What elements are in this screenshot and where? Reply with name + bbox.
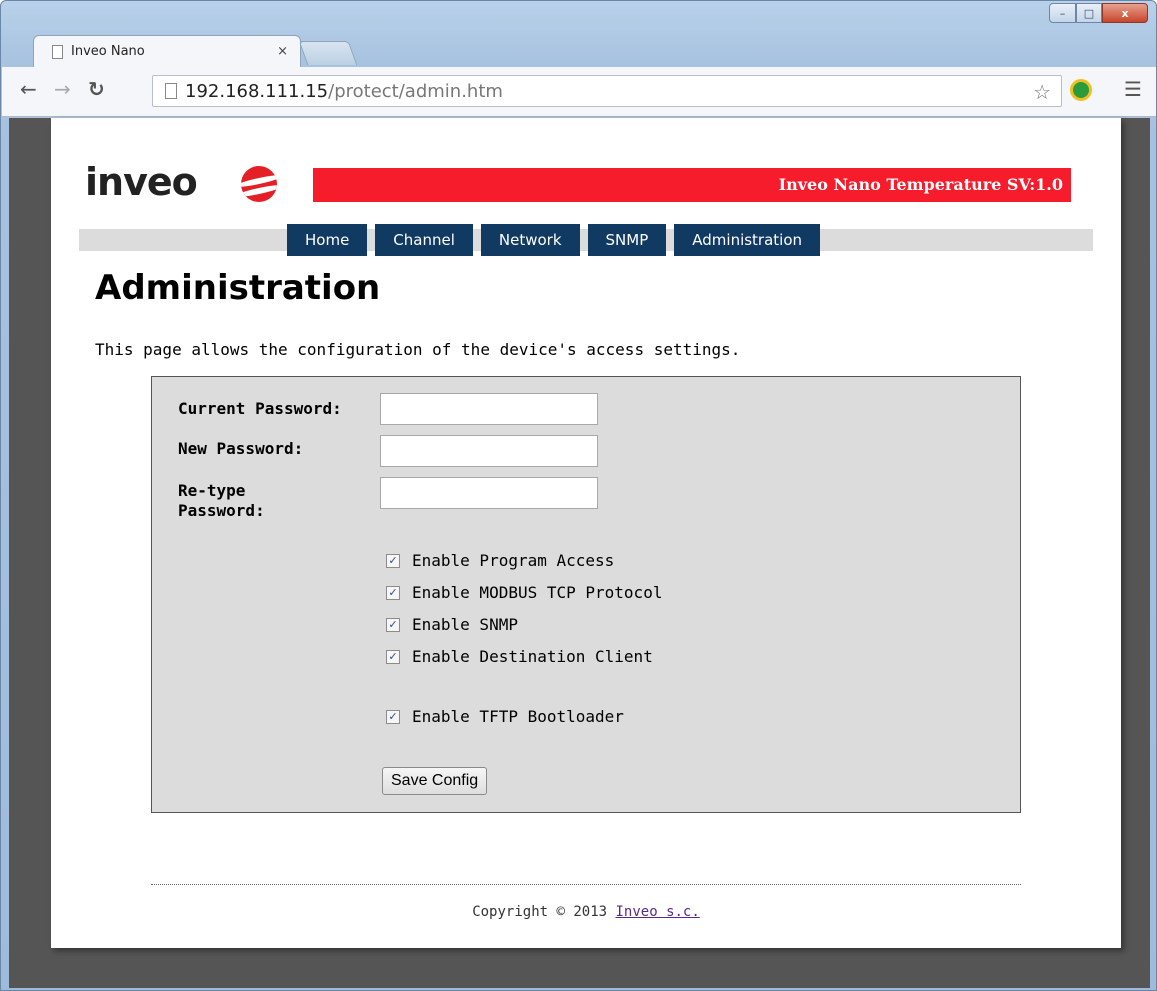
new-password-label: New Password: — [178, 439, 304, 458]
url-host: 192.168.111.15 — [185, 80, 329, 102]
checkbox-snmp[interactable]: ✓ Enable SNMP — [386, 615, 518, 634]
extension-icon[interactable] — [1070, 79, 1092, 101]
tab-close-icon[interactable]: × — [277, 44, 288, 59]
copyright-text: Copyright © 2013 — [472, 904, 616, 920]
browser-tab[interactable]: Inveo Nano × — [33, 35, 301, 67]
window-controls: – □ x — [1049, 3, 1148, 23]
page-viewport: inveo Inveo Nano Temperature SV:1.0 Home… — [9, 118, 1150, 988]
retype-password-label: Re-type Password: — [178, 481, 265, 521]
retype-password-input[interactable] — [380, 477, 598, 509]
checkbox-label: Enable MODBUS TCP Protocol — [412, 583, 663, 602]
current-password-label: Current Password: — [178, 399, 342, 418]
back-arrow-icon[interactable]: ← — [20, 77, 37, 101]
checkbox-program-access-box[interactable]: ✓ — [386, 553, 400, 568]
browser-toolbar: ← → ↻ 192.168.111.15/protect/admin.htm ☆… — [2, 67, 1156, 117]
checkbox-label: Enable SNMP — [412, 615, 518, 634]
page-icon — [52, 44, 63, 59]
inveo-logo: inveo — [85, 160, 198, 204]
url-path: /protect/admin.htm — [328, 80, 503, 102]
maximize-button[interactable]: □ — [1076, 3, 1102, 23]
forward-arrow-icon[interactable]: → — [54, 77, 71, 101]
checkbox-tftp-bootloader[interactable]: ✓ Enable TFTP Bootloader — [386, 707, 624, 726]
nav-item-snmp[interactable]: SNMP — [587, 224, 667, 256]
checkbox-destination-client-box[interactable]: ✓ — [386, 649, 400, 664]
footer: Copyright © 2013 Inveo s.c. — [51, 904, 1121, 920]
footer-link[interactable]: Inveo s.c. — [616, 904, 700, 920]
checkbox-modbus-box[interactable]: ✓ — [386, 585, 400, 600]
address-bar[interactable]: 192.168.111.15/protect/admin.htm ☆ — [152, 75, 1062, 107]
retype-label-line1: Re-type — [178, 481, 246, 500]
new-password-input[interactable] — [380, 435, 598, 467]
main-nav: Home Channel Network SNMP Administration — [287, 224, 821, 256]
checkbox-program-access[interactable]: ✓ Enable Program Access — [386, 551, 614, 570]
nav-item-home[interactable]: Home — [287, 224, 368, 256]
minimize-button[interactable]: – — [1049, 3, 1076, 23]
header-banner: Inveo Nano Temperature SV:1.0 — [313, 168, 1071, 202]
close-button[interactable]: x — [1102, 3, 1148, 23]
checkbox-label: Enable TFTP Bootloader — [412, 707, 624, 726]
browser-window: – □ x Inveo Nano × ← → ↻ 192.168.111.15/… — [0, 0, 1157, 991]
admin-form: Current Password: New Password: Re-type … — [151, 376, 1021, 813]
page-content: inveo Inveo Nano Temperature SV:1.0 Home… — [51, 118, 1121, 948]
save-config-button[interactable]: Save Config — [382, 767, 488, 795]
checkbox-tftp-bootloader-box[interactable]: ✓ — [386, 709, 400, 724]
current-password-input[interactable] — [380, 393, 598, 425]
page-icon — [165, 83, 177, 99]
checkbox-snmp-box[interactable]: ✓ — [386, 617, 400, 632]
bookmark-star-icon[interactable]: ☆ — [1033, 80, 1051, 104]
nav-item-administration[interactable]: Administration — [674, 224, 821, 256]
checkbox-label: Enable Program Access — [412, 551, 615, 570]
reload-icon[interactable]: ↻ — [88, 77, 105, 101]
menu-icon[interactable]: ☰ — [1124, 77, 1142, 101]
page-title: Administration — [95, 268, 381, 308]
nav-item-network[interactable]: Network — [480, 224, 580, 256]
footer-divider — [151, 884, 1021, 885]
nav-item-channel[interactable]: Channel — [375, 224, 473, 256]
page-description: This page allows the configuration of th… — [95, 340, 741, 359]
logo-globe-icon — [241, 166, 277, 202]
retype-label-line2: Password: — [178, 501, 265, 520]
checkbox-modbus[interactable]: ✓ Enable MODBUS TCP Protocol — [386, 583, 662, 602]
new-tab-button[interactable] — [298, 41, 358, 65]
checkbox-destination-client[interactable]: ✓ Enable Destination Client — [386, 647, 653, 666]
tab-title: Inveo Nano — [71, 44, 145, 59]
checkbox-label: Enable Destination Client — [412, 647, 653, 666]
